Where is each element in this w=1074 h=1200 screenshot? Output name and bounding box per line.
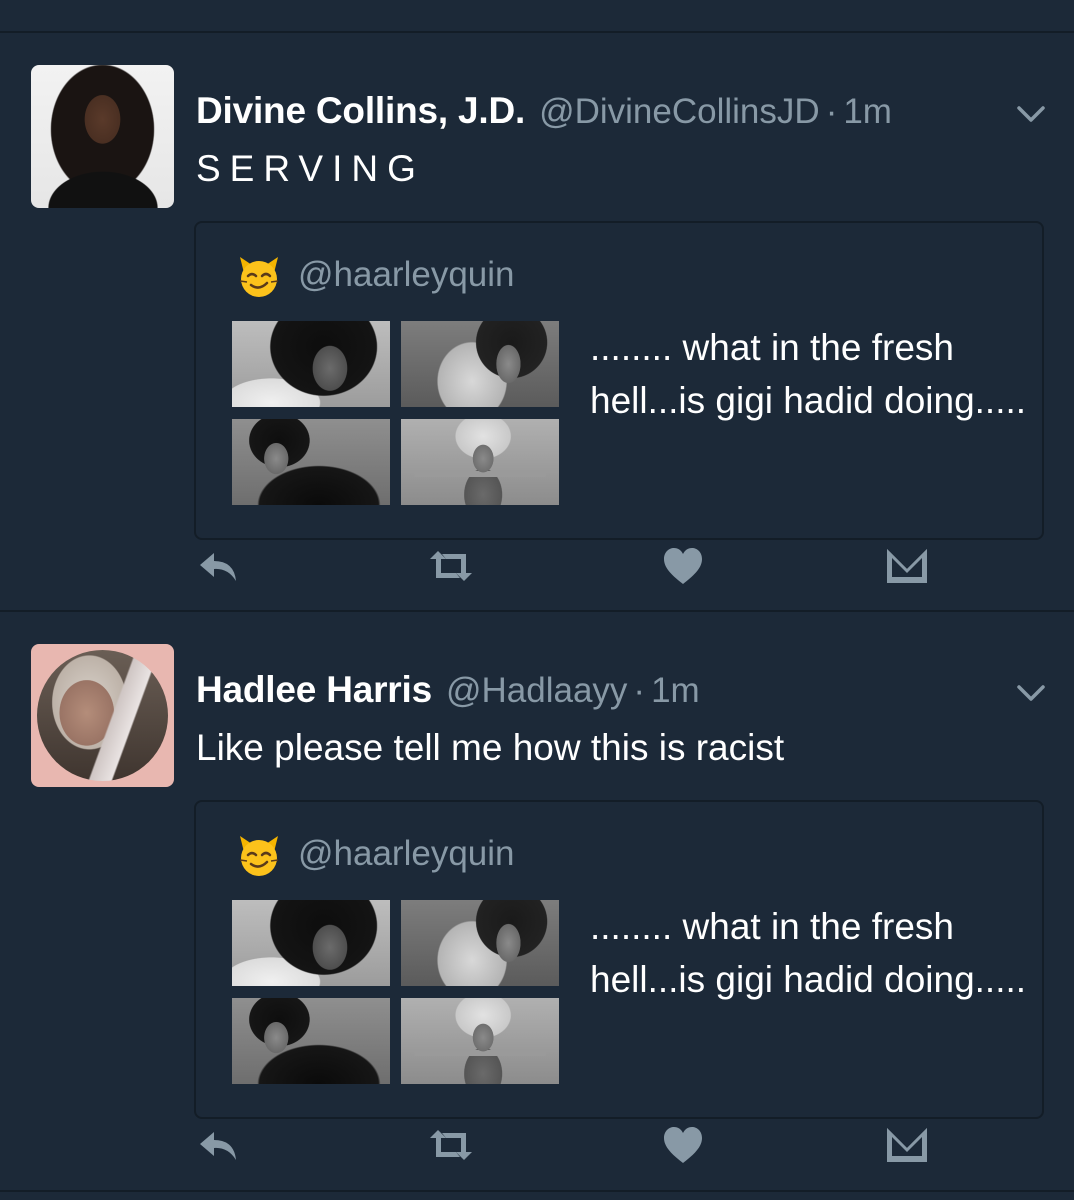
direct-message-button[interactable]: [884, 1122, 930, 1168]
reply-icon: [200, 553, 236, 581]
retweet-icon: [430, 1130, 472, 1160]
retweet-button[interactable]: [428, 543, 474, 589]
timestamp[interactable]: 1m: [843, 92, 892, 132]
display-name[interactable]: Hadlee Harris: [196, 669, 432, 711]
avatar[interactable]: [31, 65, 174, 208]
like-button[interactable]: [660, 1122, 706, 1168]
display-name[interactable]: Divine Collins, J.D.: [196, 90, 525, 132]
like-heart-icon: [664, 1127, 702, 1163]
media-photo[interactable]: [401, 419, 559, 505]
retweet-icon: [430, 551, 472, 581]
media-grid: [232, 900, 559, 1084]
tweet-header: Hadlee Harris @Hadlaayy · 1m: [196, 669, 700, 711]
chevron-down-icon[interactable]: [1016, 104, 1046, 124]
timestamp[interactable]: 1m: [651, 671, 700, 711]
media-photo[interactable]: [232, 900, 390, 986]
reply-icon: [200, 1132, 236, 1160]
media-photo[interactable]: [232, 998, 390, 1084]
direct-message-button[interactable]: [884, 543, 930, 589]
media-photo[interactable]: [232, 419, 390, 505]
media-photo[interactable]: [232, 321, 390, 407]
media-photo[interactable]: [401, 321, 559, 407]
like-heart-icon: [664, 548, 702, 584]
smirking-cat-emoji-icon: [239, 257, 279, 297]
separator-dot: ·: [825, 92, 838, 131]
timeline-feed: Divine Collins, J.D. @DivineCollinsJD · …: [0, 0, 1074, 1200]
reply-button[interactable]: [196, 1122, 242, 1168]
tweet[interactable]: Divine Collins, J.D. @DivineCollinsJD · …: [0, 32, 1074, 592]
user-handle[interactable]: @Hadlaayy: [446, 671, 627, 711]
tweet-header: Divine Collins, J.D. @DivineCollinsJD · …: [196, 90, 892, 132]
media-photo[interactable]: [401, 900, 559, 986]
tweet-actions: [0, 1122, 1074, 1168]
media-grid: [232, 321, 559, 505]
avatar[interactable]: [31, 644, 174, 787]
media-photo[interactable]: [401, 998, 559, 1084]
smirking-cat-emoji-icon: [239, 836, 279, 876]
like-button[interactable]: [660, 543, 706, 589]
user-handle[interactable]: @DivineCollinsJD: [539, 92, 820, 132]
chevron-down-icon[interactable]: [1016, 683, 1046, 703]
reply-button[interactable]: [196, 543, 242, 589]
tweet[interactable]: Hadlee Harris @Hadlaayy · 1m Like please…: [0, 611, 1074, 1171]
quoted-handle[interactable]: @haarleyquin: [298, 255, 515, 295]
tweet-actions: [0, 543, 1074, 589]
tweet-text: Like please tell me how this is racist: [196, 727, 785, 768]
separator-dot: ·: [633, 671, 646, 710]
tweet-text: SERVING: [196, 148, 425, 189]
quoted-text: ........ what in the fresh hell...is gig…: [590, 906, 1027, 1000]
divider: [0, 1190, 1074, 1192]
quoted-tweet[interactable]: @haarleyquin ........ what in the fresh …: [194, 221, 1044, 540]
quoted-text: ........ what in the fresh hell...is gig…: [590, 327, 1027, 421]
direct-message-icon: [887, 549, 927, 583]
quoted-tweet[interactable]: @haarleyquin ........ what in the fresh …: [194, 800, 1044, 1119]
retweet-button[interactable]: [428, 1122, 474, 1168]
quoted-handle[interactable]: @haarleyquin: [298, 834, 515, 874]
direct-message-icon: [887, 1128, 927, 1162]
